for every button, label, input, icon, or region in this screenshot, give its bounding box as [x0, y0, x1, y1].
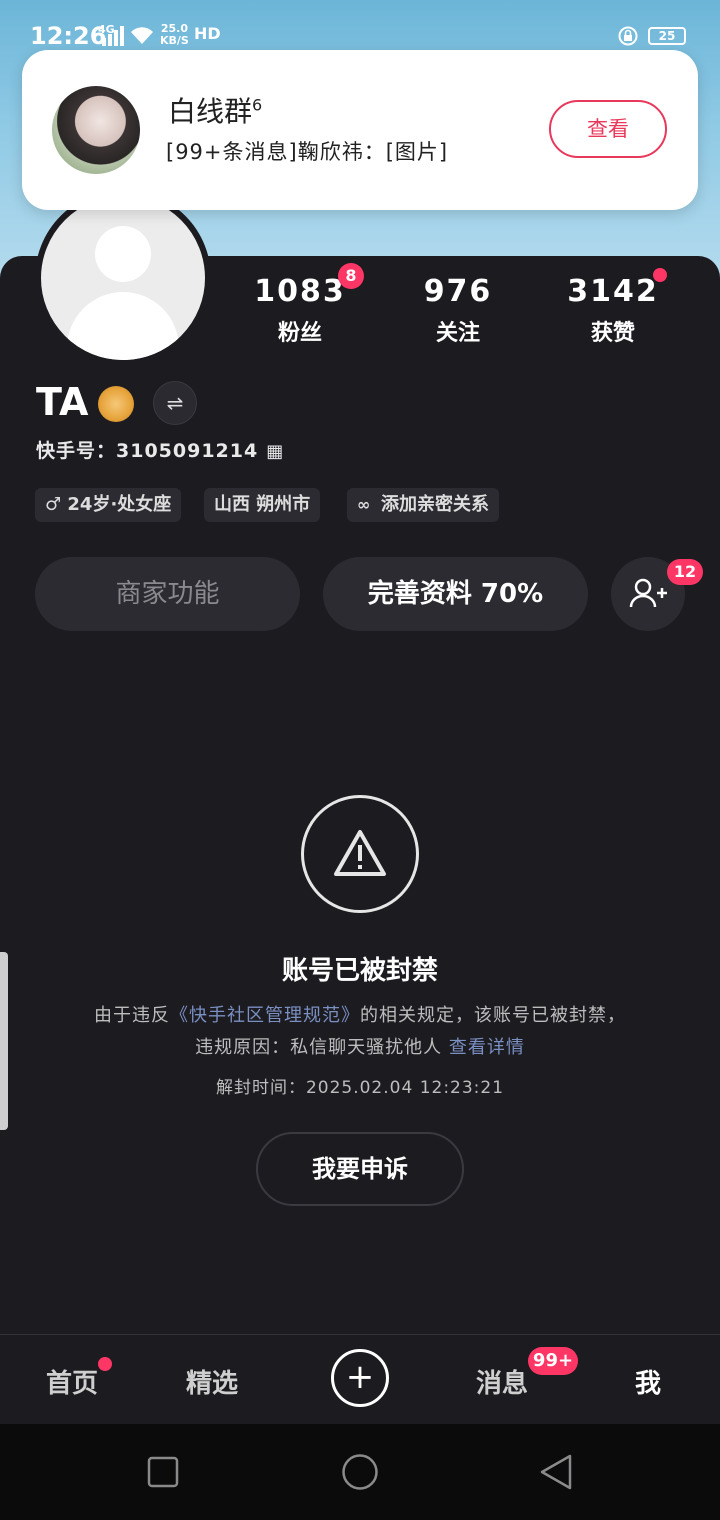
status-time: 12:26 [30, 22, 107, 50]
wifi-icon [131, 27, 153, 44]
warning-icon [301, 795, 419, 913]
profile-avatar[interactable] [35, 190, 211, 366]
messages-badge: 99+ [528, 1347, 578, 1375]
appeal-button[interactable]: 我要申诉 [256, 1132, 464, 1206]
ban-reason-line-1: 由于违反《快手社区管理规范》的相关规定，该账号已被封禁， [94, 1005, 626, 1026]
back-icon[interactable] [538, 1453, 574, 1491]
battery-indicator: 25 [648, 27, 686, 45]
network-speed: 25.0 KB/S [160, 22, 189, 47]
complete-profile-button[interactable]: 完善资料 70% [323, 557, 588, 631]
notification-title: 白线群6 [168, 95, 263, 128]
message-notification[interactable]: 白线群6 [99+条消息]鞠欣祎：[图片] 查看 [22, 50, 698, 210]
likes-dot [653, 268, 667, 282]
hd-indicator: HD [194, 24, 221, 43]
tab-me[interactable]: 我 [635, 1363, 661, 1400]
side-drawer-handle[interactable] [0, 952, 8, 1130]
bottom-tab-bar: 首页 精选 + 消息 99+ 我 [0, 1334, 720, 1424]
home-dot [98, 1357, 112, 1371]
qr-code-icon[interactable]: ▦ [266, 441, 284, 462]
kuaishou-id[interactable]: 快手号：3105091214 ▦ [36, 436, 284, 463]
group-avatar [52, 86, 140, 174]
create-button[interactable]: + [331, 1349, 389, 1407]
stat-followers[interactable]: 1083 粉丝 [245, 274, 355, 347]
tag-age[interactable]: ♂ 24岁·处女座 [35, 488, 182, 522]
merchant-button[interactable]: 商家功能 [35, 557, 300, 631]
ban-title: 账号已被封禁 [281, 956, 438, 986]
tab-messages[interactable]: 消息 [476, 1363, 528, 1400]
tag-location[interactable]: 山西 朔州市 [204, 488, 321, 522]
tab-home[interactable]: 首页 [46, 1363, 98, 1400]
stat-following[interactable]: 976 关注 [403, 274, 513, 347]
system-nav-bar [0, 1424, 720, 1520]
switch-account-icon[interactable]: ⇌ [153, 381, 197, 425]
view-details-link[interactable]: 查看详情 [449, 1037, 525, 1058]
ban-reason-line-2: 违规原因：私信聊天骚扰他人 查看详情 [195, 1037, 525, 1058]
medal-icon[interactable] [98, 386, 134, 422]
tab-featured[interactable]: 精选 [186, 1363, 238, 1400]
view-button[interactable]: 查看 [549, 100, 667, 158]
link-icon: ∞ [357, 495, 371, 514]
profile-name: TA [36, 380, 89, 424]
notification-message: [99+条消息]鞠欣祎：[图片] [166, 140, 449, 164]
signal-icon [102, 26, 124, 46]
home-icon[interactable] [341, 1453, 379, 1491]
profile-page: 12:26 4G 25.0 KB/S HD 25 白线群6 [99+条消息]鞠欣… [0, 0, 720, 1520]
rotation-lock-icon [618, 26, 638, 46]
unban-time: 解封时间：2025.02.04 12:23:21 [215, 1078, 505, 1098]
followers-badge: 8 [338, 263, 364, 289]
add-friend-badge: 12 [667, 559, 703, 585]
recent-apps-icon[interactable] [147, 1456, 179, 1488]
tag-add-relationship[interactable]: ∞ 添加亲密关系 [347, 488, 499, 522]
stat-likes[interactable]: 3142 获赞 [558, 274, 668, 347]
community-rules-link[interactable]: 《快手社区管理规范》 [170, 1005, 360, 1026]
